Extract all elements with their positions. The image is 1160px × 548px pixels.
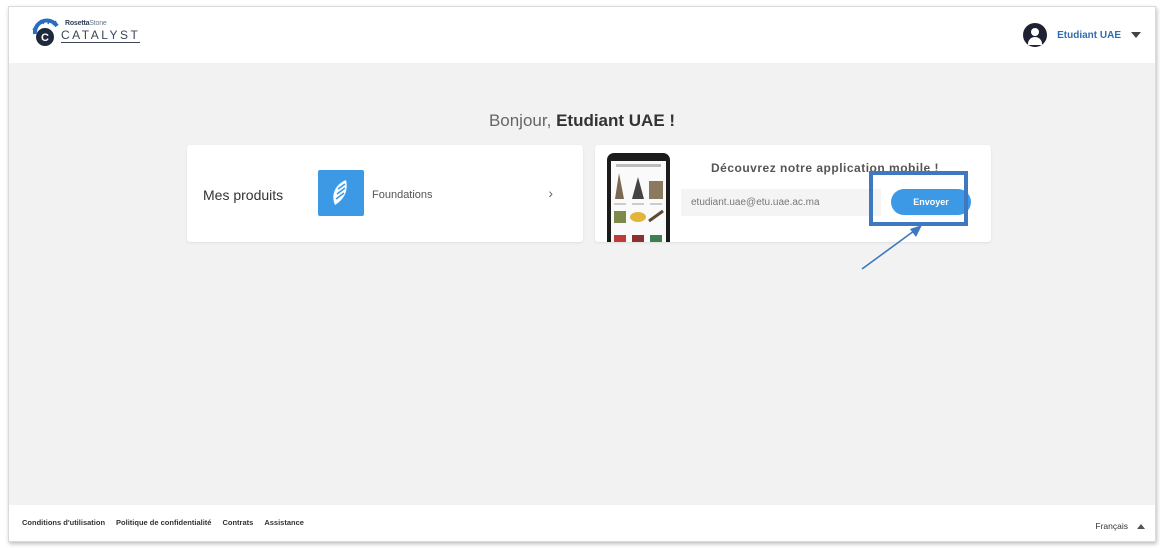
email-field[interactable] [681,189,881,216]
products-title: Mes produits [203,187,284,203]
chevron-up-icon[interactable] [1137,523,1145,529]
app-window: C RosettaStone CATALYST Etudiant UAE Bon… [8,6,1156,542]
assistance-link[interactable]: Assistance [264,518,304,527]
terms-link[interactable]: Conditions d'utilisation [22,518,105,527]
greeting-prefix: Bonjour, [488,111,552,130]
logo-brand: Rosetta [65,20,90,27]
user-menu[interactable]: Etudiant UAE [1023,21,1141,49]
language-label[interactable]: Français [1095,521,1128,531]
products-card[interactable]: Mes produits Foundations › [187,145,583,242]
footer-links: Conditions d'utilisation Politique de co… [22,518,315,527]
page-title: Bonjour, Etudiant UAE ! [9,111,1155,131]
catalyst-emblem-icon: C [32,18,59,46]
product-tile[interactable] [318,170,364,216]
product-name[interactable]: Foundations [372,189,433,201]
greeting-name: Etudiant UAE ! [556,111,676,130]
avatar[interactable] [1023,23,1048,47]
chevron-right-icon[interactable]: › [548,185,553,201]
logo-brand-suffix: Stone [89,20,107,27]
mobile-app-card: Découvrez notre application mobile ! Env… [595,145,991,242]
catalyst-logo[interactable]: C RosettaStone CATALYST [29,17,141,49]
main-content: Bonjour, Etudiant UAE ! Mes produits Fou… [9,63,1155,505]
logo-name: CATALYST [61,28,141,43]
svg-text:C: C [41,32,49,44]
foundations-leaf-icon [333,180,347,205]
mobile-app-title: Découvrez notre application mobile ! [711,161,940,175]
privacy-link[interactable]: Politique de confidentialité [116,518,211,527]
contracts-link[interactable]: Contrats [222,518,253,527]
language-selector[interactable]: Français [1095,521,1145,531]
user-name[interactable]: Etudiant UAE [1057,30,1121,41]
app-preview-icon [614,164,664,242]
send-button[interactable]: Envoyer [891,189,971,215]
phone-mockup-image [607,153,670,242]
footer: Conditions d'utilisation Politique de co… [9,505,1155,541]
top-bar: C RosettaStone CATALYST Etudiant UAE [9,7,1155,63]
chevron-down-icon[interactable] [1131,32,1141,38]
